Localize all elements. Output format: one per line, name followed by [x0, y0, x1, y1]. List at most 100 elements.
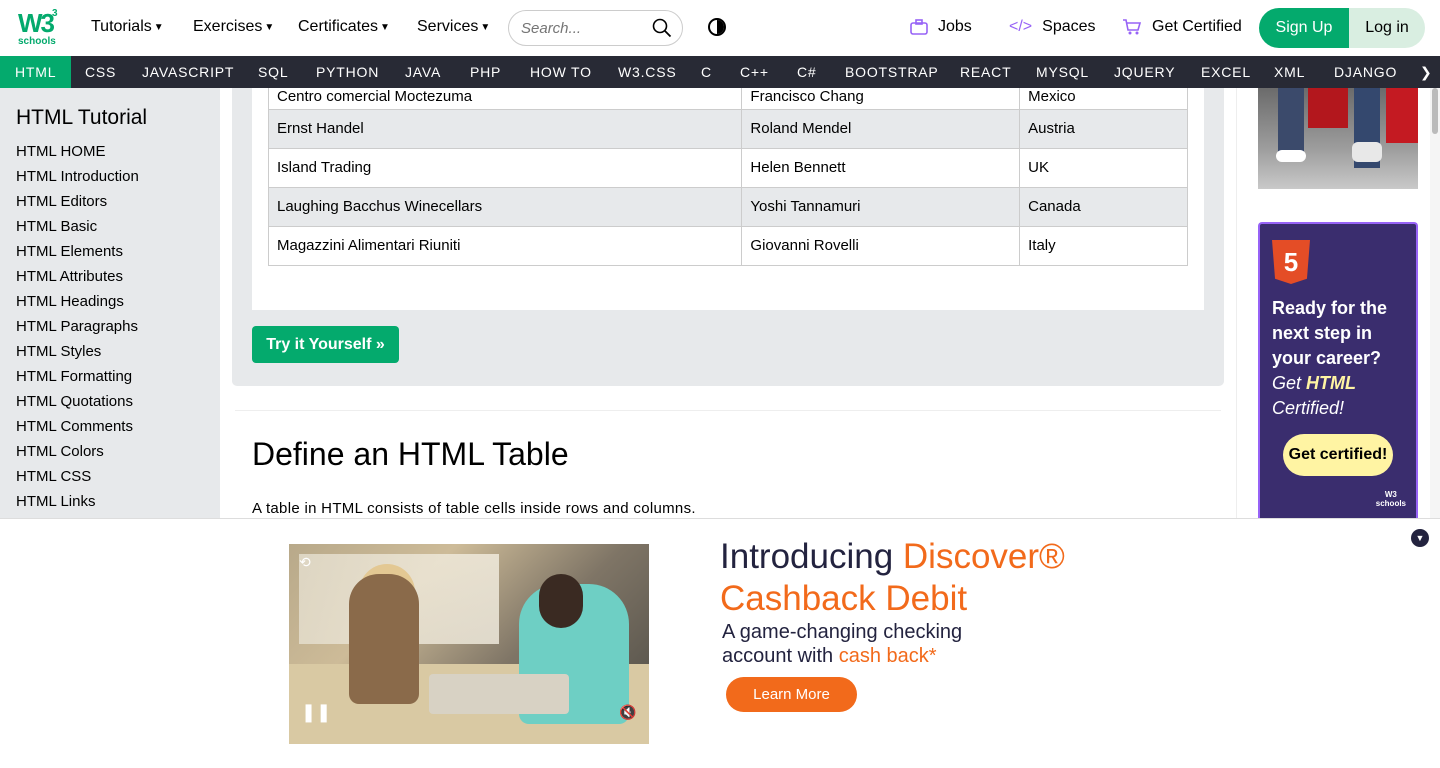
subnav-item-bootstrap[interactable]: BOOTSTRAP [830, 56, 954, 88]
table-row: Centro comercial Moctezuma Francisco Cha… [267, 88, 1188, 110]
table-cell: Ernst Handel [267, 108, 743, 149]
sidebar-item-html-paragraphs[interactable]: HTML Paragraphs [16, 314, 204, 339]
dark-mode-toggle-icon[interactable] [708, 18, 726, 36]
subnav-item-c[interactable]: C [686, 56, 727, 88]
sidebar-title: HTML Tutorial [16, 106, 148, 129]
subnav-item-how-to[interactable]: HOW TO [515, 56, 607, 88]
subnav-item-xml[interactable]: XML [1259, 56, 1320, 88]
table-cell: Magazzini Alimentari Riuniti [267, 225, 743, 266]
sidebar-item-html-editors[interactable]: HTML Editors [16, 189, 204, 214]
subnav-item-python[interactable]: PYTHON [301, 56, 394, 88]
get-certified-link[interactable]: Get Certified [1122, 18, 1242, 36]
subnav-item-react[interactable]: REACT [945, 56, 1026, 88]
ad-sub-cashback: cash back* [838, 645, 937, 667]
subnav-item-html[interactable]: HTML [0, 56, 72, 88]
table-cell: Mexico [1019, 88, 1188, 110]
spaces-link[interactable]: </> Spaces [1009, 18, 1096, 36]
sidebar-item-html-styles[interactable]: HTML Styles [16, 339, 204, 364]
learn-more-button[interactable]: Learn More [726, 677, 857, 712]
try-it-yourself-button[interactable]: Try it Yourself » [252, 326, 399, 363]
w3schools-mini-logo: W3 schools [1376, 490, 1406, 508]
cart-icon [1123, 19, 1142, 35]
tutorials-menu[interactable]: Tutorials ▼ [91, 18, 164, 36]
subnav-item-excel[interactable]: EXCEL [1186, 56, 1266, 88]
exercises-menu[interactable]: Exercises ▼ [193, 18, 274, 36]
subnav-item-django[interactable]: DJANGO [1319, 56, 1412, 88]
cert-ad-text: Ready for the next step in your career? … [1272, 296, 1404, 421]
subnav-item-w3css[interactable]: W3.CSS [603, 56, 691, 88]
services-menu[interactable]: Services ▼ [417, 18, 490, 36]
ad-subtext: A game-changing checking account with ca… [722, 620, 962, 668]
briefcase-icon [910, 19, 928, 35]
ad-sub-line2: account with [722, 645, 839, 667]
search-box [508, 10, 683, 46]
search-icon[interactable] [652, 18, 672, 38]
scrollbar-thumb[interactable] [1432, 88, 1438, 134]
jobs-label: Jobs [938, 18, 972, 35]
subnav-item-php[interactable]: PHP [455, 56, 516, 88]
log-in-button[interactable]: Log in [1349, 8, 1425, 48]
table-cell: Centro comercial Moctezuma [267, 88, 743, 110]
sidebar-item-html-introduction[interactable]: HTML Introduction [16, 164, 204, 189]
mini-logo-w3: W3 [1384, 490, 1397, 499]
sidebar-item-html-formatting[interactable]: HTML Formatting [16, 364, 204, 389]
logo-w3-text: W3 [18, 8, 55, 38]
ad-headline[interactable]: Introducing Discover® Cashback Debit [720, 536, 1065, 620]
subnav-item-css[interactable]: CSS [70, 56, 131, 88]
certificates-label: Certificates [298, 18, 379, 35]
sidebar-item-html-links[interactable]: HTML Links [16, 489, 204, 514]
ad-discover: Discover® [902, 537, 1065, 576]
sidebar-item-html-css[interactable]: HTML CSS [16, 464, 204, 489]
cert-ad-html: HTML [1306, 373, 1356, 393]
mute-icon[interactable]: 🔇 [619, 704, 636, 721]
subnav-item-mysql[interactable]: MYSQL [1021, 56, 1104, 88]
subnav-item-jquery[interactable]: JQUERY [1099, 56, 1190, 88]
sidebar-item-html-quotations[interactable]: HTML Quotations [16, 389, 204, 414]
table-cell: Canada [1019, 186, 1188, 227]
table-row: Magazzini Alimentari Riuniti Giovanni Ro… [267, 225, 1188, 266]
sidebar-item-html-comments[interactable]: HTML Comments [16, 414, 204, 439]
caret-down-icon: ▼ [480, 21, 491, 33]
subnav-next-arrow-icon[interactable]: ❯ [1405, 56, 1440, 88]
caret-down-icon: ▼ [380, 21, 390, 33]
table-row: Laughing Bacchus Winecellars Yoshi Tanna… [267, 186, 1188, 227]
replay-icon[interactable]: ⟲ [299, 554, 311, 571]
get-certified-button[interactable]: Get certified! [1283, 434, 1393, 476]
sidebar-item-html-colors[interactable]: HTML Colors [16, 439, 204, 464]
ad-image[interactable] [1258, 88, 1418, 189]
sidebar-item-html-home[interactable]: HTML HOME [16, 139, 204, 164]
subnav-item-java[interactable]: JAVA [390, 56, 456, 88]
services-label: Services [417, 18, 479, 35]
certificates-menu[interactable]: Certificates ▼ [298, 18, 390, 36]
subnav-item-sql[interactable]: SQL [243, 56, 303, 88]
html-certification-ad[interactable]: 5 Ready for the next step in your career… [1258, 222, 1418, 518]
table-row: Island Trading Helen Bennett UK [267, 147, 1188, 188]
sign-up-button[interactable]: Sign Up [1259, 8, 1349, 48]
sidebar-item-html-headings[interactable]: HTML Headings [16, 289, 204, 314]
table-cell: Roland Mendel [741, 108, 1021, 149]
html5-icon: 5 [1272, 240, 1310, 284]
subnav-item-javascript[interactable]: JAVASCRIPT [127, 56, 249, 88]
sidebar-item-html-attributes[interactable]: HTML Attributes [16, 264, 204, 289]
customers-table: Centro comercial Moctezuma Francisco Cha… [267, 88, 1188, 266]
ad-intro: Introducing [720, 537, 903, 576]
subnav-item-cpp[interactable]: C++ [725, 56, 784, 88]
code-icon: </> [1009, 18, 1033, 35]
w3schools-logo[interactable]: W3 3 schools [16, 6, 60, 50]
table-row: Ernst Handel Roland Mendel Austria [267, 108, 1188, 149]
ad-collapse-icon[interactable]: ▼ [1411, 529, 1429, 547]
subnav-item-csharp[interactable]: C# [782, 56, 832, 88]
page-scrollbar[interactable] [1430, 88, 1440, 518]
top-navigation-bar: W3 3 schools Tutorials ▼ Exercises ▼ Certi… [0, 0, 1440, 56]
pause-icon[interactable]: ❚❚ [301, 702, 331, 723]
sidebar-item-html-elements[interactable]: HTML Elements [16, 239, 204, 264]
search-input[interactable] [521, 19, 641, 37]
table-cell: Francisco Chang [741, 88, 1021, 110]
ad-video[interactable]: ⟲ ❚❚ 🔇 [289, 544, 649, 744]
sidebar: HTML Tutorial HTML HOME HTML Introductio… [0, 88, 220, 518]
jobs-link[interactable]: Jobs [910, 18, 972, 36]
logo-superscript: 3 [52, 8, 58, 19]
spaces-label: Spaces [1042, 18, 1096, 35]
sidebar-item-html-basic[interactable]: HTML Basic [16, 214, 204, 239]
table-cell: UK [1019, 147, 1188, 188]
